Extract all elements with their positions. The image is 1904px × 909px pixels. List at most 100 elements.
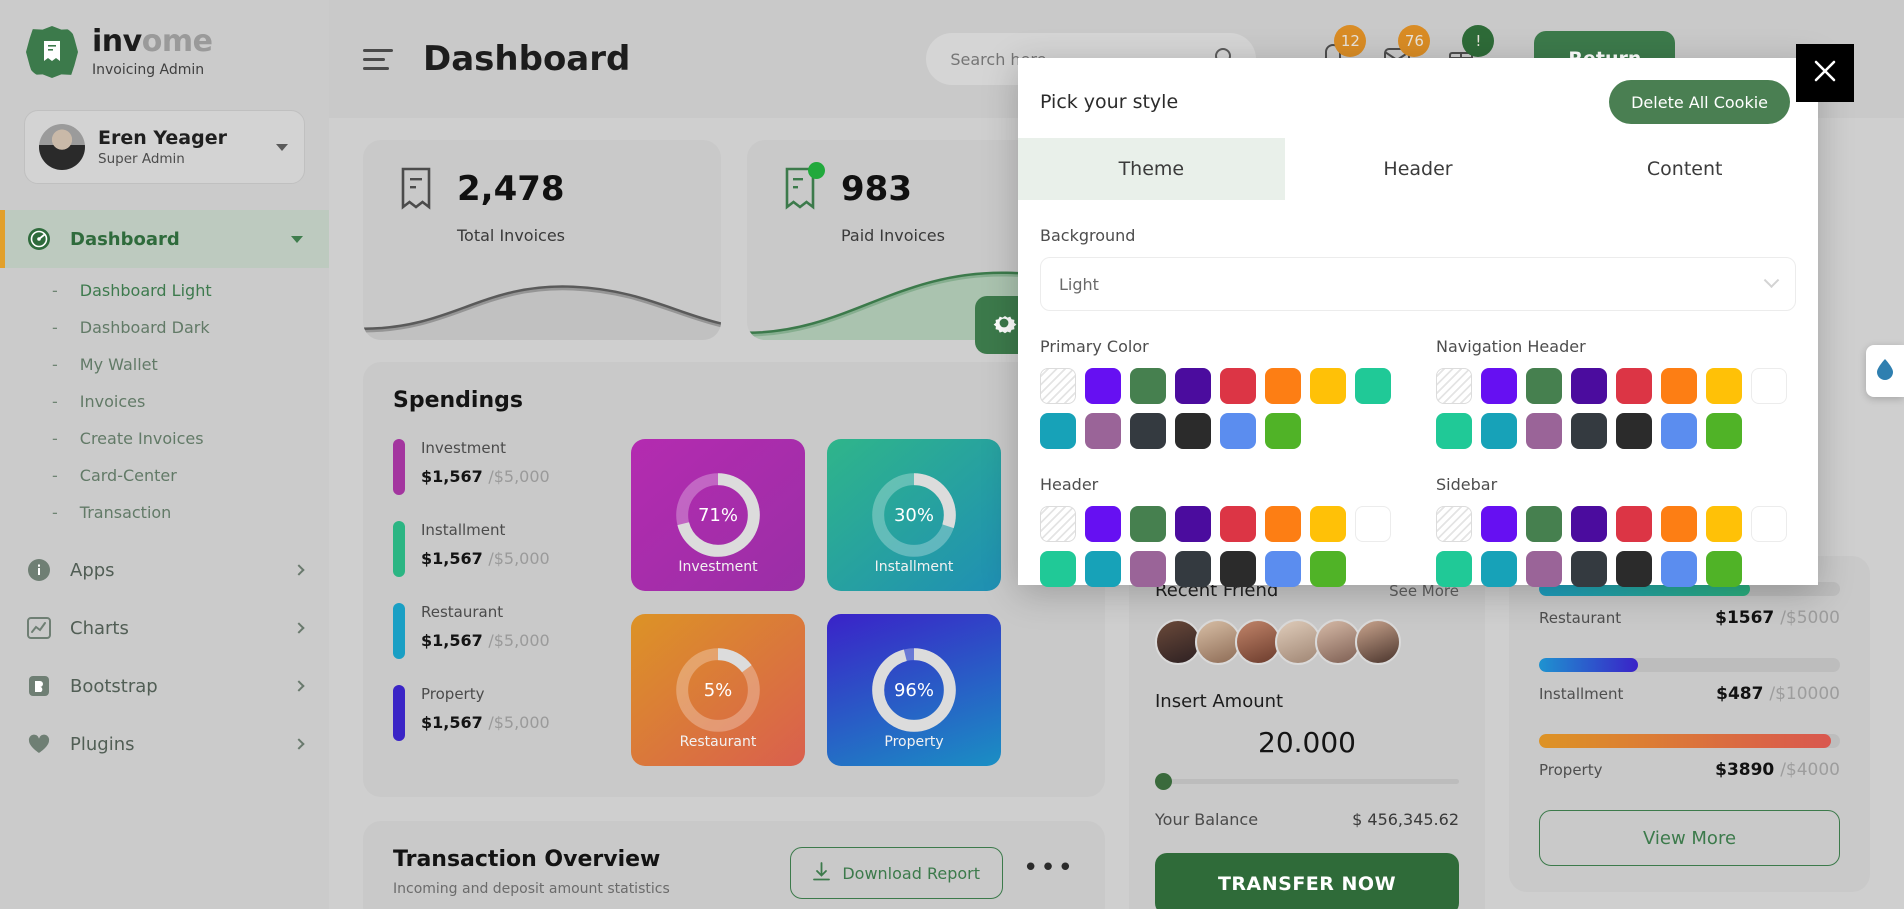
- brand[interactable]: invome Invoicing Admin: [0, 0, 329, 104]
- sidebar-item-plugins[interactable]: Plugins: [0, 715, 329, 773]
- donut-card-investment[interactable]: 71% Investment: [631, 439, 805, 591]
- sidebar-subitem-create-invoices[interactable]: - Create Invoices: [0, 420, 329, 457]
- tab-content[interactable]: Content: [1551, 138, 1818, 200]
- swatch-purple[interactable]: [1085, 506, 1121, 542]
- swatch-deep-purple[interactable]: [1571, 506, 1607, 542]
- swatch-deep-purple[interactable]: [1571, 368, 1607, 404]
- swatch-purple[interactable]: [1085, 368, 1121, 404]
- swatch-purple[interactable]: [1481, 368, 1517, 404]
- swatch-deep-purple[interactable]: [1175, 368, 1211, 404]
- progress-value: $1567: [1715, 608, 1775, 628]
- stat-card-total-invoices[interactable]: 2,478 Total Invoices: [363, 140, 721, 340]
- sidebar-subitem-dashboard-dark[interactable]: - Dashboard Dark: [0, 309, 329, 346]
- swatch-teal[interactable]: [1355, 368, 1391, 404]
- swatch-lime[interactable]: [1706, 551, 1742, 587]
- view-more-button[interactable]: View More: [1539, 810, 1840, 866]
- swatch-red[interactable]: [1220, 368, 1256, 404]
- sidebar-item-bootstrap[interactable]: Bootstrap: [0, 657, 329, 715]
- swatch-mauve[interactable]: [1130, 551, 1166, 587]
- swatch-lime[interactable]: [1310, 551, 1346, 587]
- swatch-none[interactable]: [1436, 506, 1472, 542]
- swatch-teal[interactable]: [1436, 551, 1472, 587]
- swatch-cyan[interactable]: [1040, 413, 1076, 449]
- sidebar-item-apps[interactable]: Apps: [0, 541, 329, 599]
- swatch-green[interactable]: [1526, 368, 1562, 404]
- swatch-red[interactable]: [1616, 506, 1652, 542]
- swatch-blue[interactable]: [1220, 413, 1256, 449]
- swatch-black[interactable]: [1616, 551, 1652, 587]
- swatch-yellow[interactable]: [1706, 368, 1742, 404]
- left-column: 2,478 Total Invoices 983 Paid Invoices S…: [363, 140, 1105, 909]
- swatch-black[interactable]: [1616, 413, 1652, 449]
- delete-all-cookie-button[interactable]: Delete All Cookie: [1609, 80, 1790, 124]
- sidebar-subitem-invoices[interactable]: - Invoices: [0, 383, 329, 420]
- swatch-yellow[interactable]: [1310, 506, 1346, 542]
- sidebar-subitem-my-wallet[interactable]: - My Wallet: [0, 346, 329, 383]
- slider-handle[interactable]: [1155, 773, 1172, 790]
- sidebar-subitem-label: Card-Center: [79, 466, 177, 485]
- swatch-red[interactable]: [1220, 506, 1256, 542]
- download-report-button[interactable]: Download Report: [790, 847, 1003, 899]
- sidebar-subitem-label: Transaction: [79, 503, 172, 522]
- swatch-white[interactable]: [1751, 368, 1787, 404]
- swatch-teal[interactable]: [1436, 413, 1472, 449]
- donut-card-property[interactable]: 96% Property: [827, 614, 1001, 766]
- swatch-mauve[interactable]: [1526, 551, 1562, 587]
- swatch-lime[interactable]: [1706, 413, 1742, 449]
- swatch-orange[interactable]: [1661, 368, 1697, 404]
- user-profile-box[interactable]: Eren Yeager Super Admin: [24, 110, 305, 184]
- sidebar-item-dashboard[interactable]: Dashboard: [0, 210, 329, 268]
- avatar[interactable]: [1355, 619, 1401, 665]
- progress-item-installment: Installment $487 /$10000: [1539, 658, 1840, 704]
- background-select[interactable]: Light: [1040, 257, 1796, 311]
- swatch-slate[interactable]: [1130, 413, 1166, 449]
- swatch-green[interactable]: [1130, 368, 1166, 404]
- swatch-none[interactable]: [1040, 368, 1076, 404]
- swatch-none[interactable]: [1040, 506, 1076, 542]
- swatch-group-title: Sidebar: [1436, 475, 1498, 494]
- hamburger-menu-icon[interactable]: [363, 48, 397, 70]
- swatch-slate[interactable]: [1175, 551, 1211, 587]
- sidebar-subitem-dashboard-light[interactable]: - Dashboard Light: [0, 272, 329, 309]
- swatch-yellow[interactable]: [1706, 506, 1742, 542]
- swatch-red[interactable]: [1616, 368, 1652, 404]
- transfer-now-button[interactable]: TRANSFER NOW: [1155, 853, 1459, 909]
- swatch-cyan[interactable]: [1481, 551, 1517, 587]
- swatch-deep-purple[interactable]: [1175, 506, 1211, 542]
- swatch-mauve[interactable]: [1085, 413, 1121, 449]
- tab-header[interactable]: Header: [1285, 138, 1552, 200]
- swatch-lime[interactable]: [1265, 413, 1301, 449]
- swatch-black[interactable]: [1220, 551, 1256, 587]
- swatch-slate[interactable]: [1571, 551, 1607, 587]
- swatch-none[interactable]: [1436, 368, 1472, 404]
- more-horizontal-icon[interactable]: •••: [1023, 853, 1075, 883]
- swatch-green[interactable]: [1130, 506, 1166, 542]
- sidebar-subitem-transaction[interactable]: - Transaction: [0, 494, 329, 531]
- tab-theme[interactable]: Theme: [1018, 138, 1285, 200]
- chevron-down-icon[interactable]: [276, 144, 288, 151]
- swatch-white[interactable]: [1355, 506, 1391, 542]
- swatch-cyan[interactable]: [1085, 551, 1121, 587]
- swatch-mauve[interactable]: [1526, 413, 1562, 449]
- swatch-blue[interactable]: [1661, 413, 1697, 449]
- swatch-white[interactable]: [1751, 506, 1787, 542]
- amount-slider[interactable]: [1155, 773, 1459, 790]
- swatch-purple[interactable]: [1481, 506, 1517, 542]
- swatch-yellow[interactable]: [1310, 368, 1346, 404]
- close-modal-button[interactable]: [1796, 44, 1854, 102]
- swatch-slate[interactable]: [1571, 413, 1607, 449]
- donut-card-installment[interactable]: 30% Installment: [827, 439, 1001, 591]
- theme-droplet-tab[interactable]: [1866, 345, 1904, 397]
- swatch-black[interactable]: [1175, 413, 1211, 449]
- swatch-blue[interactable]: [1265, 551, 1301, 587]
- swatch-teal[interactable]: [1040, 551, 1076, 587]
- swatch-orange[interactable]: [1661, 506, 1697, 542]
- swatch-cyan[interactable]: [1481, 413, 1517, 449]
- swatch-orange[interactable]: [1265, 506, 1301, 542]
- sidebar-item-charts[interactable]: Charts: [0, 599, 329, 657]
- sidebar-subitem-card-center[interactable]: - Card-Center: [0, 457, 329, 494]
- donut-card-restaurant[interactable]: 5% Restaurant: [631, 614, 805, 766]
- swatch-orange[interactable]: [1265, 368, 1301, 404]
- swatch-blue[interactable]: [1661, 551, 1697, 587]
- swatch-green[interactable]: [1526, 506, 1562, 542]
